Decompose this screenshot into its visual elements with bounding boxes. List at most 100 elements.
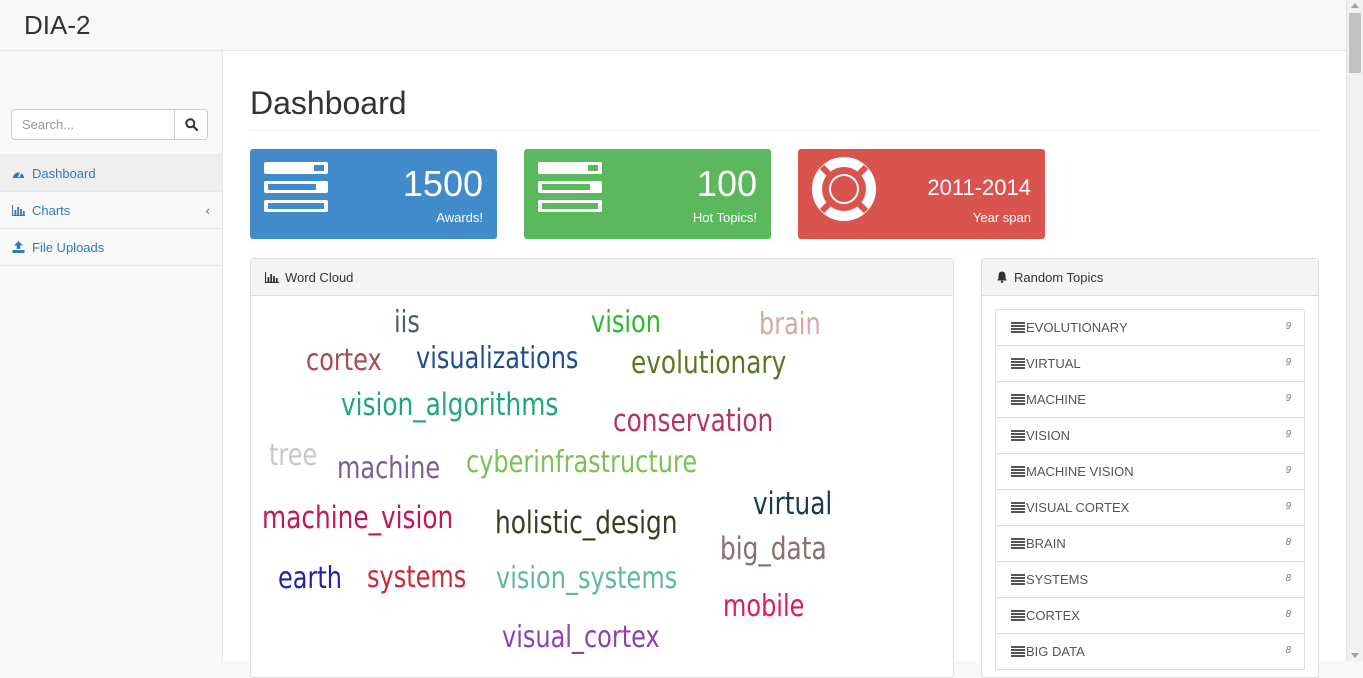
dashboard-icon	[12, 167, 26, 179]
word-cloud-word[interactable]: vision	[591, 308, 661, 338]
topic-label: EVOLUTIONARY	[1026, 320, 1128, 335]
sidebar-item-label: Charts	[32, 202, 71, 218]
topic-list-item[interactable]: VISUAL CORTEX 9	[995, 489, 1305, 526]
word-cloud-word[interactable]: earth	[278, 564, 342, 594]
list-icon	[1011, 646, 1025, 657]
list-icon	[1011, 466, 1025, 477]
tasks-icon	[264, 162, 328, 212]
topic-count: 8	[1285, 537, 1291, 548]
topic-count: 9	[1285, 465, 1291, 476]
word-cloud-word[interactable]: evolutionary	[631, 348, 786, 379]
topic-list-item[interactable]: CORTEX 8	[995, 597, 1305, 634]
list-icon	[1011, 322, 1025, 333]
word-cloud-word[interactable]: virtual	[753, 489, 832, 520]
brand-title[interactable]: DIA-2	[24, 10, 90, 41]
topic-list-item[interactable]: SYSTEMS 8	[995, 561, 1305, 598]
topic-label: BRAIN	[1026, 536, 1066, 551]
topic-list: EVOLUTIONARY 9 VIRTUAL 9 MACHINE 9 VISION 9 MACH…	[995, 309, 1305, 670]
stat-label: Awards!	[436, 210, 483, 225]
word-cloud-word[interactable]: big_data	[720, 534, 827, 565]
word-cloud-word[interactable]: brain	[759, 310, 821, 340]
topic-label: VISION	[1026, 428, 1071, 443]
stat-value: 2011-2014	[927, 175, 1031, 200]
sidebar-item-file-uploads[interactable]: File Uploads	[0, 229, 222, 266]
sidebar-item-charts[interactable]: Charts ‹	[0, 192, 222, 229]
topic-label: CORTEX	[1026, 608, 1080, 623]
word-cloud-word[interactable]: iis	[394, 308, 420, 338]
list-icon	[1011, 574, 1025, 585]
sidebar-nav: Dashboard Charts ‹ File Uploads	[0, 154, 222, 266]
topic-list-item[interactable]: EVOLUTIONARY 9	[995, 309, 1305, 346]
tasks-icon	[538, 162, 602, 212]
search-button[interactable]	[174, 109, 208, 140]
word-cloud-word[interactable]: machine_vision	[262, 503, 453, 534]
topic-label: BIG DATA	[1026, 644, 1085, 659]
topic-count: 8	[1285, 645, 1291, 656]
search-icon	[184, 118, 198, 131]
page-title: Dashboard	[250, 85, 407, 121]
scroll-down-arrow-icon[interactable]	[1351, 653, 1359, 658]
word-cloud: iis vision brain cortex visualizations evolut…	[251, 296, 951, 666]
topic-count: 8	[1285, 609, 1291, 620]
stat-card-year-span[interactable]: 2011-2014 Year span	[798, 149, 1045, 239]
topic-label: VIRTUAL	[1026, 356, 1081, 371]
word-cloud-word[interactable]: machine	[337, 454, 440, 484]
word-cloud-word[interactable]: vision_algorithms	[341, 390, 558, 421]
sidebar-item-label: File Uploads	[32, 239, 105, 255]
topic-list-item[interactable]: MACHINE VISION 9	[995, 453, 1305, 490]
word-cloud-word[interactable]: tree	[269, 441, 317, 471]
topic-label: SYSTEMS	[1026, 572, 1089, 587]
bell-icon	[996, 271, 1008, 283]
list-icon	[1011, 538, 1025, 549]
word-cloud-word[interactable]: cyberinfrastructure	[466, 448, 697, 478]
topic-label: VISUAL CORTEX	[1026, 500, 1130, 515]
word-cloud-word[interactable]: systems	[367, 563, 466, 593]
word-cloud-word[interactable]: visualizations	[416, 344, 578, 374]
word-cloud-word[interactable]: vision_systems	[496, 564, 677, 594]
topic-label: MACHINE	[1026, 392, 1086, 407]
sidebar: Dashboard Charts ‹ Fi	[0, 51, 223, 661]
word-cloud-word[interactable]: cortex	[306, 346, 382, 376]
topic-list-item[interactable]: BIG DATA 8	[995, 633, 1305, 670]
sidebar-item-dashboard[interactable]: Dashboard	[0, 155, 222, 192]
panel-title: Word Cloud	[285, 269, 354, 285]
topic-count: 9	[1285, 393, 1291, 404]
panel-heading: Word Cloud	[251, 259, 953, 296]
panel-heading: Random Topics	[982, 259, 1318, 296]
topic-list-item[interactable]: MACHINE 9	[995, 381, 1305, 418]
word-cloud-word[interactable]: holistic_design	[495, 508, 678, 539]
panel-title: Random Topics	[1014, 269, 1104, 285]
page-scrollbar[interactable]	[1346, 0, 1363, 661]
list-icon	[1011, 610, 1025, 621]
chevron-left-icon[interactable]: ‹	[206, 203, 210, 218]
topic-count: 9	[1285, 501, 1291, 512]
life-ring-icon	[812, 157, 876, 221]
list-icon	[1011, 502, 1025, 513]
word-cloud-word[interactable]: visual_cortex	[502, 623, 660, 653]
word-cloud-word[interactable]: conservation	[613, 406, 773, 437]
scroll-up-arrow-icon[interactable]	[1351, 3, 1359, 8]
stat-label: Hot Topics!	[692, 210, 757, 225]
bar-chart-icon	[12, 204, 26, 216]
word-cloud-panel: Word Cloud iis vision brain cortex visualiza…	[250, 258, 954, 678]
topic-list-item[interactable]: BRAIN 8	[995, 525, 1305, 562]
bar-chart-icon	[265, 271, 279, 283]
topic-count: 9	[1285, 321, 1291, 332]
main-content: Dashboard 1500 Awards! 100 Hot Topics! 2…	[223, 51, 1346, 678]
stat-value: 100	[696, 163, 757, 204]
stat-card-hot-topics[interactable]: 100 Hot Topics!	[524, 149, 771, 239]
title-divider	[250, 130, 1319, 131]
search-input[interactable]	[11, 109, 174, 140]
sidebar-search	[11, 109, 208, 140]
top-navbar: DIA-2	[0, 0, 1346, 51]
word-cloud-word[interactable]: mobile	[723, 592, 804, 622]
upload-icon	[12, 241, 26, 253]
list-icon	[1011, 394, 1025, 405]
topic-list-item[interactable]: VIRTUAL 9	[995, 345, 1305, 382]
stat-card-awards[interactable]: 1500 Awards!	[250, 149, 497, 239]
scroll-thumb[interactable]	[1349, 13, 1361, 73]
topic-list-item[interactable]: VISION 9	[995, 417, 1305, 454]
stat-label: Year span	[972, 210, 1031, 225]
stat-value: 1500	[402, 163, 483, 204]
topic-label: MACHINE VISION	[1026, 464, 1134, 479]
